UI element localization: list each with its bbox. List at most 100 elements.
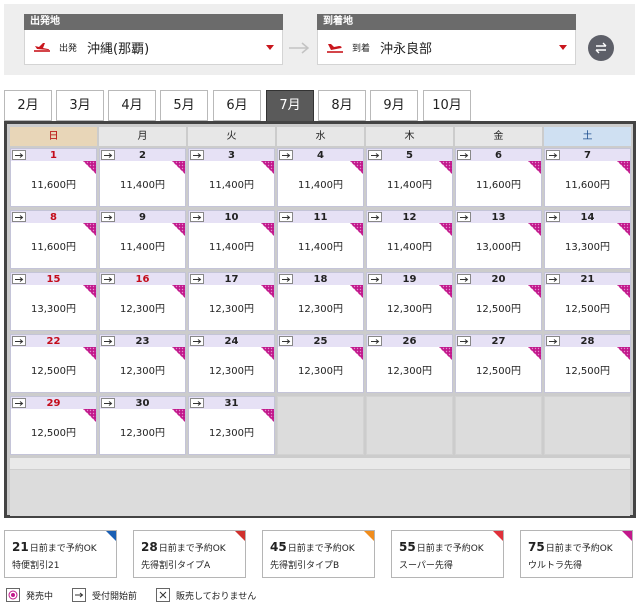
fare-price[interactable]: 11,600円 <box>545 176 630 191</box>
fare-price[interactable]: 11,400円 <box>100 176 185 191</box>
discount-color-corner-icon <box>622 531 632 541</box>
fare-price[interactable]: 12,300円 <box>189 424 274 439</box>
route-selector: 出発地 出発 沖縄(那覇) 到着地 到着 沖永良部 <box>4 4 635 75</box>
tab-month[interactable]: 7月 <box>266 90 314 122</box>
ultra-sakitoku-corner-icon <box>439 223 452 236</box>
arrival-header: 到着地 <box>317 14 576 30</box>
fare-price[interactable]: 12,500円 <box>456 300 541 315</box>
status-key-label: 発売中 <box>26 591 54 602</box>
tab-month[interactable]: 10月 <box>423 90 471 121</box>
fare-price[interactable]: 11,400円 <box>100 238 185 253</box>
ultra-sakitoku-corner-icon <box>261 347 274 360</box>
discount-suffix: 日前まで予約OK <box>29 544 97 554</box>
fare-price[interactable]: 12,300円 <box>100 362 185 377</box>
fare-price[interactable]: 11,400円 <box>367 238 452 253</box>
discount-name: スーパー先得 <box>399 561 453 571</box>
arrival-select[interactable]: 到着 沖永良部 <box>317 30 576 65</box>
fare-price[interactable]: 12,300円 <box>189 300 274 315</box>
fare-price[interactable]: 11,400円 <box>189 176 274 191</box>
ultra-sakitoku-corner-icon <box>172 347 185 360</box>
day-cell[interactable]: 31 12,300円 <box>188 396 275 455</box>
fare-price[interactable]: 12,300円 <box>367 300 452 315</box>
day-cell[interactable]: 28 12,500円 <box>544 334 631 393</box>
departure-selector[interactable]: 出発地 出発 沖縄(那覇) <box>24 14 283 65</box>
day-cell[interactable]: 4 11,400円 <box>277 148 364 207</box>
day-cell[interactable]: 23 12,300円 <box>99 334 186 393</box>
day-cell[interactable]: 18 12,300円 <box>277 272 364 331</box>
day-cell[interactable]: 20 12,500円 <box>455 272 542 331</box>
chevron-down-icon[interactable] <box>266 45 274 50</box>
day-cell[interactable]: 29 12,500円 <box>10 396 97 455</box>
day-cell[interactable]: 27 12,500円 <box>455 334 542 393</box>
day-cell[interactable]: 21 12,500円 <box>544 272 631 331</box>
day-cell[interactable]: 16 12,300円 <box>99 272 186 331</box>
fare-price[interactable]: 11,600円 <box>11 176 96 191</box>
day-cell[interactable]: 14 13,300円 <box>544 210 631 269</box>
fare-price[interactable]: 13,000円 <box>456 238 541 253</box>
chevron-down-icon[interactable] <box>559 45 567 50</box>
fare-price[interactable]: 12,300円 <box>100 300 185 315</box>
day-cell[interactable]: 6 11,600円 <box>455 148 542 207</box>
tab-month[interactable]: 5月 <box>160 90 208 121</box>
discount-condition: 75日前まで予約OK <box>528 540 632 554</box>
fare-price[interactable]: 12,500円 <box>545 300 630 315</box>
fare-price[interactable]: 11,400円 <box>278 238 363 253</box>
fare-price[interactable]: 11,400円 <box>189 238 274 253</box>
departure-select[interactable]: 出発 沖縄(那覇) <box>24 30 283 65</box>
fare-price[interactable]: 12,300円 <box>100 424 185 439</box>
day-cell[interactable]: 26 12,300円 <box>366 334 453 393</box>
weekday-header: 月 <box>99 127 186 146</box>
day-cell[interactable]: 2 11,400円 <box>99 148 186 207</box>
discount-condition: 55日前まで予約OK <box>399 540 503 554</box>
day-cell[interactable]: 5 11,400円 <box>366 148 453 207</box>
tab-month[interactable]: 8月 <box>318 90 366 121</box>
day-cell[interactable]: 25 12,300円 <box>277 334 364 393</box>
day-cell-header: 25 <box>278 335 363 347</box>
tab-month[interactable]: 3月 <box>56 90 104 121</box>
day-cell[interactable]: 15 13,300円 <box>10 272 97 331</box>
day-cell[interactable]: 10 11,400円 <box>188 210 275 269</box>
arrival-selector[interactable]: 到着地 到着 沖永良部 <box>317 14 576 65</box>
day-cell[interactable]: 11 11,400円 <box>277 210 364 269</box>
day-cell[interactable]: 7 11,600円 <box>544 148 631 207</box>
day-cell[interactable]: 24 12,300円 <box>188 334 275 393</box>
ultra-sakitoku-corner-icon <box>617 161 630 174</box>
fare-price[interactable]: 11,600円 <box>456 176 541 191</box>
day-cell-header: 21 <box>545 273 630 285</box>
day-cell[interactable]: 19 12,300円 <box>366 272 453 331</box>
fare-price[interactable]: 12,300円 <box>189 362 274 377</box>
fare-price[interactable]: 11,400円 <box>367 176 452 191</box>
day-cell-header: 7 <box>545 149 630 161</box>
day-cell[interactable]: 22 12,500円 <box>10 334 97 393</box>
day-cell-header: 2 <box>100 149 185 161</box>
before-open-icon <box>72 588 86 602</box>
fare-price[interactable]: 12,500円 <box>545 362 630 377</box>
day-cell[interactable]: 17 12,300円 <box>188 272 275 331</box>
day-cell[interactable]: 3 11,400円 <box>188 148 275 207</box>
tab-month[interactable]: 4月 <box>108 90 156 121</box>
fare-price[interactable]: 12,300円 <box>278 300 363 315</box>
arrival-kind: 到着 <box>352 43 371 54</box>
swap-route-button[interactable] <box>588 35 614 61</box>
tab-month[interactable]: 6月 <box>213 90 261 121</box>
weekday-header: 金 <box>455 127 542 146</box>
day-cell[interactable]: 9 11,400円 <box>99 210 186 269</box>
fare-price[interactable]: 12,300円 <box>367 362 452 377</box>
day-cell[interactable]: 13 13,000円 <box>455 210 542 269</box>
fare-price[interactable]: 13,300円 <box>545 238 630 253</box>
day-cell[interactable]: 8 11,600円 <box>10 210 97 269</box>
fare-price[interactable]: 12,500円 <box>11 362 96 377</box>
fare-price[interactable]: 13,300円 <box>11 300 96 315</box>
fare-price[interactable]: 12,500円 <box>11 424 96 439</box>
arrow-right-icon <box>289 42 310 54</box>
fare-price[interactable]: 11,400円 <box>278 176 363 191</box>
fare-price[interactable]: 12,500円 <box>456 362 541 377</box>
day-cell[interactable]: 12 11,400円 <box>366 210 453 269</box>
fare-price[interactable]: 12,300円 <box>278 362 363 377</box>
day-cell[interactable]: 30 12,300円 <box>99 396 186 455</box>
fare-price[interactable]: 11,600円 <box>11 238 96 253</box>
departure-header: 出発地 <box>24 14 283 30</box>
day-cell[interactable]: 1 11,600円 <box>10 148 97 207</box>
tab-month[interactable]: 9月 <box>370 90 418 121</box>
tab-month[interactable]: 2月 <box>4 90 52 121</box>
